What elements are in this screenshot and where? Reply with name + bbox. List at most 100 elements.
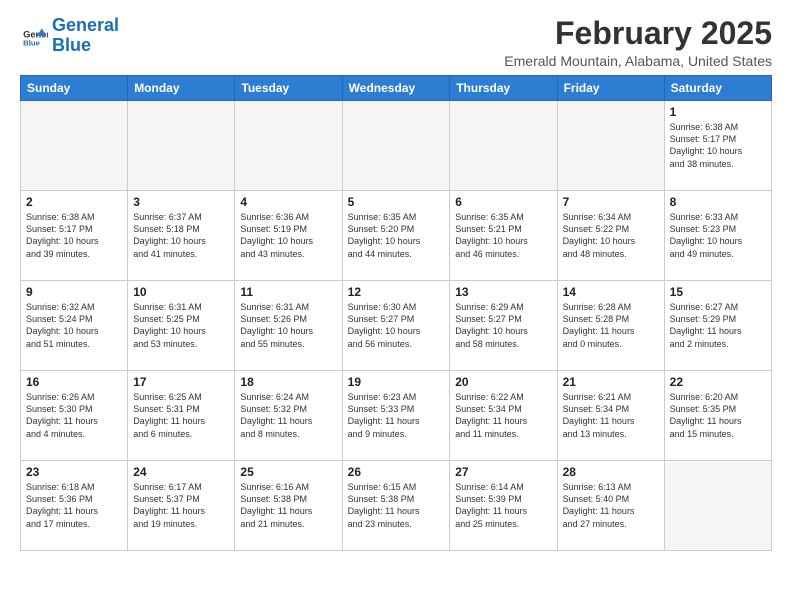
weekday-header-tuesday: Tuesday	[235, 76, 342, 101]
day-cell	[128, 101, 235, 191]
week-row-1: 1 Sunrise: 6:38 AM Sunset: 5:17 PM Daylig…	[21, 101, 772, 191]
logo-icon: General Blue	[20, 22, 48, 50]
day-cell: 11Sunrise: 6:31 AM Sunset: 5:26 PM Dayli…	[235, 281, 342, 371]
day-cell: 1 Sunrise: 6:38 AM Sunset: 5:17 PM Daylig…	[664, 101, 771, 191]
weekday-header-thursday: Thursday	[450, 76, 557, 101]
header: General Blue General Blue February 2025 …	[20, 16, 772, 69]
day-number: 5	[348, 195, 445, 209]
day-cell: 16 Sunrise: 6:26 AM Sunset: 5:30 PM Dayli…	[21, 371, 128, 461]
day-cell: 4 Sunrise: 6:36 AM Sunset: 5:19 PM Daylig…	[235, 191, 342, 281]
day-cell	[21, 101, 128, 191]
day-number: 7	[563, 195, 659, 209]
day-cell: 14 Sunrise: 6:28 AM Sunset: 5:28 PM Dayli…	[557, 281, 664, 371]
day-info: Sunrise: 6:17 AM Sunset: 5:37 PM Dayligh…	[133, 481, 229, 530]
day-cell: 13Sunrise: 6:29 AM Sunset: 5:27 PM Dayli…	[450, 281, 557, 371]
main-title: February 2025	[504, 16, 772, 51]
day-info: Sunrise: 6:37 AM Sunset: 5:18 PM Dayligh…	[133, 211, 229, 260]
day-number: 10	[133, 285, 229, 299]
day-number: 2	[26, 195, 122, 209]
week-row-2: 2 Sunrise: 6:38 AM Sunset: 5:17 PM Daylig…	[21, 191, 772, 281]
day-number: 26	[348, 465, 445, 479]
subtitle: Emerald Mountain, Alabama, United States	[504, 53, 772, 69]
day-number: 12	[348, 285, 445, 299]
day-cell: 12 Sunrise: 6:30 AM Sunset: 5:27 PM Dayli…	[342, 281, 450, 371]
day-cell	[235, 101, 342, 191]
day-info: Sunrise: 6:26 AM Sunset: 5:30 PM Dayligh…	[26, 391, 122, 440]
day-info: Sunrise: 6:16 AM Sunset: 5:38 PM Dayligh…	[240, 481, 336, 530]
weekday-header-sunday: Sunday	[21, 76, 128, 101]
day-number: 11	[240, 285, 336, 299]
day-info: Sunrise: 6:23 AM Sunset: 5:33 PM Dayligh…	[348, 391, 445, 440]
day-cell	[342, 101, 450, 191]
day-number: 9	[26, 285, 122, 299]
day-info: Sunrise: 6:25 AM Sunset: 5:31 PM Dayligh…	[133, 391, 229, 440]
day-cell: 5 Sunrise: 6:35 AM Sunset: 5:20 PM Daylig…	[342, 191, 450, 281]
weekday-header-wednesday: Wednesday	[342, 76, 450, 101]
day-info: Sunrise: 6:21 AM Sunset: 5:34 PM Dayligh…	[563, 391, 659, 440]
day-info: Sunrise: 6:36 AM Sunset: 5:19 PM Dayligh…	[240, 211, 336, 260]
weekday-header-monday: Monday	[128, 76, 235, 101]
day-cell: 18Sunrise: 6:24 AM Sunset: 5:32 PM Dayli…	[235, 371, 342, 461]
day-number: 15	[670, 285, 766, 299]
day-cell: 9Sunrise: 6:32 AM Sunset: 5:24 PM Daylig…	[21, 281, 128, 371]
day-info: Sunrise: 6:38 AM Sunset: 5:17 PM Dayligh…	[670, 121, 766, 170]
day-cell: 23 Sunrise: 6:18 AM Sunset: 5:36 PM Dayli…	[21, 461, 128, 551]
day-number: 17	[133, 375, 229, 389]
title-block: February 2025 Emerald Mountain, Alabama,…	[504, 16, 772, 69]
day-number: 6	[455, 195, 551, 209]
day-info: Sunrise: 6:31 AM Sunset: 5:25 PM Dayligh…	[133, 301, 229, 350]
day-info: Sunrise: 6:28 AM Sunset: 5:28 PM Dayligh…	[563, 301, 659, 350]
day-cell: 2 Sunrise: 6:38 AM Sunset: 5:17 PM Daylig…	[21, 191, 128, 281]
day-number: 24	[133, 465, 229, 479]
day-cell: 25 Sunrise: 6:16 AM Sunset: 5:38 PM Dayli…	[235, 461, 342, 551]
logo-general: General	[52, 15, 119, 35]
day-cell: 7Sunrise: 6:34 AM Sunset: 5:22 PM Daylig…	[557, 191, 664, 281]
day-cell: 22Sunrise: 6:20 AM Sunset: 5:35 PM Dayli…	[664, 371, 771, 461]
day-number: 18	[240, 375, 336, 389]
day-cell: 19 Sunrise: 6:23 AM Sunset: 5:33 PM Dayli…	[342, 371, 450, 461]
weekday-header-row: SundayMondayTuesdayWednesdayThursdayFrid…	[21, 76, 772, 101]
day-cell: 21 Sunrise: 6:21 AM Sunset: 5:34 PM Dayli…	[557, 371, 664, 461]
day-number: 23	[26, 465, 122, 479]
logo: General Blue General Blue	[20, 16, 119, 56]
day-number: 13	[455, 285, 551, 299]
day-cell	[450, 101, 557, 191]
logo-text: General Blue	[52, 16, 119, 56]
day-info: Sunrise: 6:22 AM Sunset: 5:34 PM Dayligh…	[455, 391, 551, 440]
day-number: 14	[563, 285, 659, 299]
day-number: 25	[240, 465, 336, 479]
day-cell: 17 Sunrise: 6:25 AM Sunset: 5:31 PM Dayli…	[128, 371, 235, 461]
day-number: 28	[563, 465, 659, 479]
day-number: 19	[348, 375, 445, 389]
day-info: Sunrise: 6:18 AM Sunset: 5:36 PM Dayligh…	[26, 481, 122, 530]
day-info: Sunrise: 6:35 AM Sunset: 5:20 PM Dayligh…	[348, 211, 445, 260]
calendar-table: SundayMondayTuesdayWednesdayThursdayFrid…	[20, 75, 772, 551]
day-info: Sunrise: 6:27 AM Sunset: 5:29 PM Dayligh…	[670, 301, 766, 350]
day-number: 21	[563, 375, 659, 389]
week-row-4: 16 Sunrise: 6:26 AM Sunset: 5:30 PM Dayli…	[21, 371, 772, 461]
day-info: Sunrise: 6:20 AM Sunset: 5:35 PM Dayligh…	[670, 391, 766, 440]
day-number: 4	[240, 195, 336, 209]
week-row-3: 9Sunrise: 6:32 AM Sunset: 5:24 PM Daylig…	[21, 281, 772, 371]
day-info: Sunrise: 6:35 AM Sunset: 5:21 PM Dayligh…	[455, 211, 551, 260]
day-cell: 27 Sunrise: 6:14 AM Sunset: 5:39 PM Dayli…	[450, 461, 557, 551]
day-cell: 6 Sunrise: 6:35 AM Sunset: 5:21 PM Daylig…	[450, 191, 557, 281]
day-cell: 10 Sunrise: 6:31 AM Sunset: 5:25 PM Dayli…	[128, 281, 235, 371]
weekday-header-saturday: Saturday	[664, 76, 771, 101]
day-info: Sunrise: 6:38 AM Sunset: 5:17 PM Dayligh…	[26, 211, 122, 260]
day-cell: 20Sunrise: 6:22 AM Sunset: 5:34 PM Dayli…	[450, 371, 557, 461]
day-info: Sunrise: 6:30 AM Sunset: 5:27 PM Dayligh…	[348, 301, 445, 350]
day-info: Sunrise: 6:14 AM Sunset: 5:39 PM Dayligh…	[455, 481, 551, 530]
svg-text:Blue: Blue	[23, 38, 41, 47]
day-cell: 8Sunrise: 6:33 AM Sunset: 5:23 PM Daylig…	[664, 191, 771, 281]
day-number: 27	[455, 465, 551, 479]
weekday-header-friday: Friday	[557, 76, 664, 101]
logo-blue: Blue	[52, 35, 91, 55]
day-number: 16	[26, 375, 122, 389]
day-number: 1	[670, 105, 766, 119]
day-number: 8	[670, 195, 766, 209]
day-info: Sunrise: 6:13 AM Sunset: 5:40 PM Dayligh…	[563, 481, 659, 530]
day-info: Sunrise: 6:15 AM Sunset: 5:38 PM Dayligh…	[348, 481, 445, 530]
day-number: 3	[133, 195, 229, 209]
day-cell: 3 Sunrise: 6:37 AM Sunset: 5:18 PM Daylig…	[128, 191, 235, 281]
